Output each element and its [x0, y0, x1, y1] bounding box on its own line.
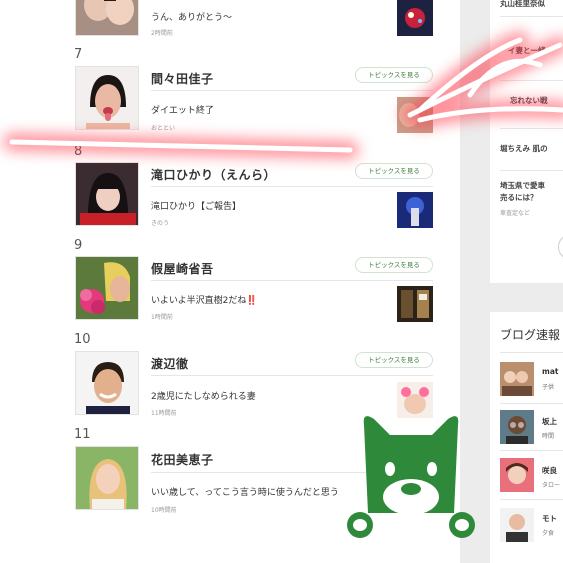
- avatar[interactable]: [75, 66, 139, 130]
- ranking-item[interactable]: うん、ありがとう〜 2時間前: [75, 0, 433, 40]
- avatar[interactable]: [75, 446, 139, 510]
- ranking-item[interactable]: 8 滝口ひかり（えんら） トピックスを見る 滝口ひかり【ご報告】 きのう: [74, 144, 433, 228]
- divider: [500, 80, 563, 81]
- post-title[interactable]: ダイエット終了: [151, 103, 214, 116]
- blogger-name[interactable]: 花田美恵子: [151, 451, 214, 468]
- post-time: 1時間前: [151, 314, 173, 321]
- avatar[interactable]: [75, 162, 139, 226]
- divider: [151, 280, 433, 281]
- post-title[interactable]: 2歳児にたしなめられる妻: [151, 389, 256, 402]
- news-item-title[interactable]: 堀ちえみ 肌の: [500, 143, 548, 154]
- avatar[interactable]: [500, 362, 534, 396]
- blog-sub: 夕食: [542, 530, 555, 537]
- sidebar-blog-news: ブログ速報 mat 子供 坂上 時間 咲良 タロー モト 夕食: [490, 312, 563, 563]
- divider: [151, 90, 433, 91]
- blogger-name[interactable]: 渡辺徹: [151, 355, 189, 372]
- blog-name[interactable]: 坂上: [542, 416, 557, 427]
- post-title[interactable]: 滝口ひかり【ご報告】: [151, 199, 241, 212]
- blogger-name[interactable]: 間々田佳子: [151, 70, 214, 87]
- blog-sub: 時間: [542, 433, 555, 440]
- topics-button[interactable]: トピックスを見る: [355, 163, 433, 179]
- news-item-source: 車査定など: [500, 210, 531, 217]
- post-thumbnail[interactable]: [397, 286, 433, 322]
- mascot-logo: [347, 416, 475, 538]
- post-title[interactable]: いよいよ半沢直樹2だね‼️: [151, 293, 258, 306]
- blog-sub: タロー: [542, 482, 561, 489]
- news-item-title[interactable]: 丸山桂里奈似: [500, 0, 545, 9]
- post-title[interactable]: うん、ありがとう〜: [151, 10, 232, 23]
- blogger-name[interactable]: 假屋崎省吾: [151, 260, 214, 277]
- topics-button[interactable]: トピックスを見る: [355, 67, 433, 83]
- rank-number: 9: [74, 238, 83, 253]
- rank-number: 7: [74, 47, 83, 62]
- avatar[interactable]: [500, 508, 534, 542]
- post-time: おととい: [151, 125, 176, 132]
- ranking-item[interactable]: 7 間々田佳子 トピックスを見る ダイエット終了 おととい: [74, 47, 433, 135]
- divider: [500, 16, 563, 17]
- more-button[interactable]: [558, 234, 563, 260]
- rank-number: 11: [74, 427, 91, 442]
- avatar[interactable]: [75, 0, 139, 36]
- blog-sub: 子供: [542, 384, 555, 391]
- blog-name[interactable]: 咲良: [542, 465, 557, 476]
- blogger-name[interactable]: 滝口ひかり（えんら）: [151, 166, 276, 183]
- blog-name[interactable]: mat: [542, 367, 558, 376]
- post-thumbnail[interactable]: [397, 0, 433, 36]
- rank-number: 8: [74, 144, 83, 159]
- divider: [500, 170, 563, 171]
- divider: [151, 375, 433, 376]
- post-thumbnail[interactable]: [397, 97, 433, 133]
- ranking-item[interactable]: 9 假屋崎省吾 トピックスを見る いよいよ半沢直樹2だね‼️ 1時間前: [74, 238, 433, 324]
- news-item-title-line2[interactable]: 売るには？: [500, 192, 538, 203]
- topics-button[interactable]: トピックスを見る: [355, 257, 433, 273]
- post-thumbnail[interactable]: [397, 192, 433, 228]
- post-time: 2時間前: [151, 30, 173, 37]
- divider: [151, 186, 433, 187]
- avatar[interactable]: [75, 351, 139, 415]
- post-time: 11時間前: [151, 410, 177, 417]
- divider: [500, 403, 563, 404]
- topics-button[interactable]: トピックスを見る: [355, 352, 433, 368]
- post-time: きのう: [151, 220, 170, 227]
- blog-news-heading: ブログ速報: [500, 328, 561, 342]
- avatar[interactable]: [75, 256, 139, 320]
- divider: [500, 450, 563, 451]
- news-item-title[interactable]: 忘れない戦: [510, 95, 548, 106]
- news-item-title[interactable]: 埼玉県で愛車: [500, 180, 545, 191]
- avatar[interactable]: [500, 458, 534, 492]
- divider: [500, 352, 563, 353]
- avatar[interactable]: [500, 410, 534, 444]
- divider: [500, 128, 563, 129]
- rank-number: 10: [74, 332, 91, 347]
- news-item-title[interactable]: イ妻と一緒: [508, 45, 546, 56]
- divider: [500, 499, 563, 500]
- blog-name[interactable]: モト: [542, 513, 557, 524]
- post-time: 10時間前: [151, 507, 177, 514]
- sidebar-news-card: 丸山桂里奈似 イ妻と一緒 忘れない戦 堀ちえみ 肌の 埼玉県で愛車 売るには？ …: [490, 0, 563, 283]
